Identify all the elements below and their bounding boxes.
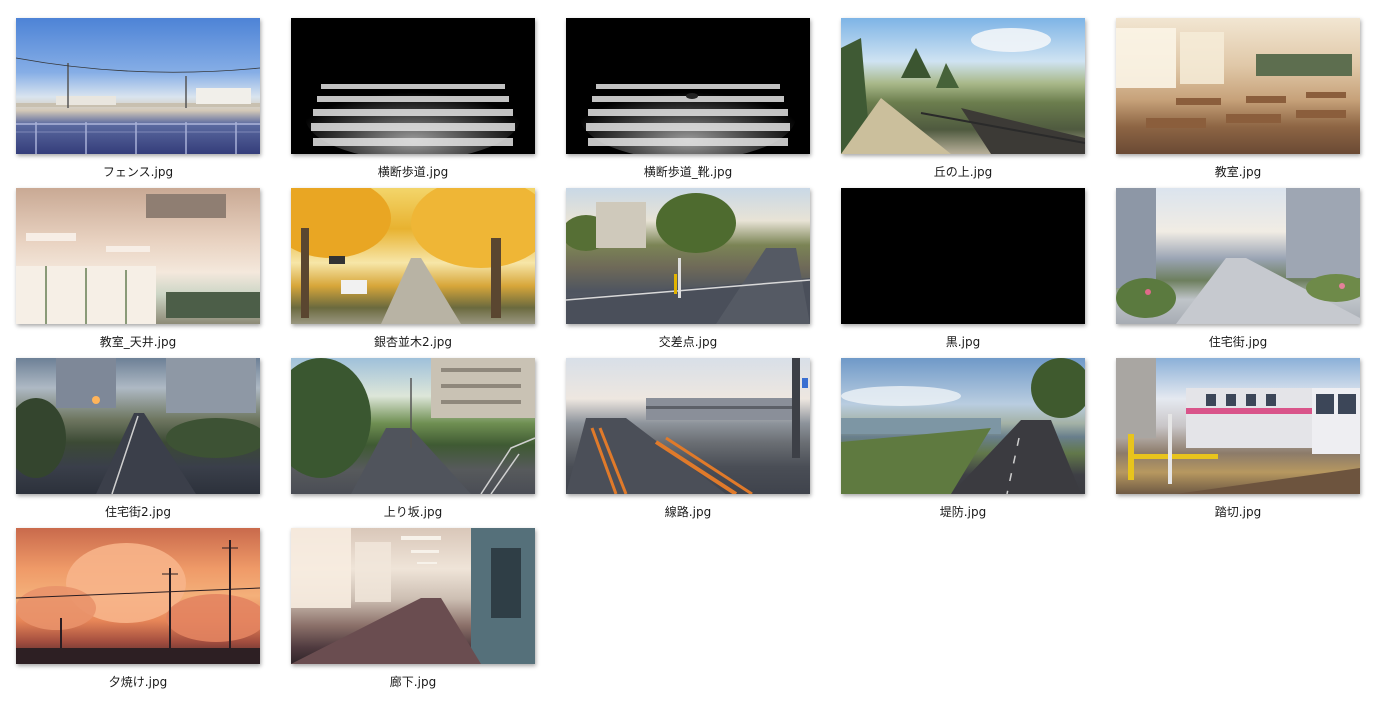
thumbnail-classroom[interactable] [1116,18,1360,154]
thumbnail-crosswalk[interactable] [291,18,535,154]
thumbnail-residential2[interactable] [16,358,260,494]
file-name[interactable]: 上り坂.jpg [291,503,535,520]
file-item-fence[interactable]: フェンス.jpg [16,18,260,188]
file-name[interactable]: 線路.jpg [566,503,810,520]
file-name[interactable]: 住宅街2.jpg [16,503,260,520]
thumbnail-ceiling[interactable] [16,188,260,324]
file-name[interactable]: 丘の上.jpg [841,163,1085,180]
file-item-ceiling[interactable]: 教室_天井.jpg [16,188,260,358]
thumbnail-intersection[interactable] [566,188,810,324]
file-name[interactable]: 住宅街.jpg [1116,333,1360,350]
file-name[interactable]: 黒.jpg [841,333,1085,350]
file-item-sunset[interactable]: 夕焼け.jpg [16,528,260,698]
thumbnail-hill[interactable] [841,18,1085,154]
file-item-hill[interactable]: 丘の上.jpg [841,18,1085,188]
file-item-railroad-crossing[interactable]: 踏切.jpg [1116,358,1360,528]
thumbnail-levee[interactable] [841,358,1085,494]
thumbnail-sunset[interactable] [16,528,260,664]
file-item-residential2[interactable]: 住宅街2.jpg [16,358,260,528]
file-name[interactable]: 堤防.jpg [841,503,1085,520]
file-item-track[interactable]: 線路.jpg [566,358,810,528]
thumbnail-crosswalk-shoe[interactable] [566,18,810,154]
file-grid: フェンス.jpg 横断歩道.jpg 横断歩道_靴.jpg 丘の上.jpg 教室.… [16,18,1360,698]
file-name[interactable]: 横断歩道.jpg [291,163,535,180]
file-name[interactable]: 廊下.jpg [291,673,535,690]
file-name[interactable]: 銀杏並木2.jpg [291,333,535,350]
file-item-residential[interactable]: 住宅街.jpg [1116,188,1360,358]
thumbnail-slope[interactable] [291,358,535,494]
file-item-crosswalk[interactable]: 横断歩道.jpg [291,18,535,188]
thumbnail-ginkgo[interactable] [291,188,535,324]
file-name[interactable]: 交差点.jpg [566,333,810,350]
file-name[interactable]: フェンス.jpg [16,163,260,180]
file-item-slope[interactable]: 上り坂.jpg [291,358,535,528]
thumbnail-black[interactable] [841,188,1085,324]
file-item-levee[interactable]: 堤防.jpg [841,358,1085,528]
thumbnail-track[interactable] [566,358,810,494]
file-item-crosswalk-shoe[interactable]: 横断歩道_靴.jpg [566,18,810,188]
file-name[interactable]: 踏切.jpg [1116,503,1360,520]
file-item-intersection[interactable]: 交差点.jpg [566,188,810,358]
file-name[interactable]: 夕焼け.jpg [16,673,260,690]
file-name[interactable]: 横断歩道_靴.jpg [566,163,810,180]
thumbnail-hallway[interactable] [291,528,535,664]
file-name[interactable]: 教室.jpg [1116,163,1360,180]
thumbnail-railroad-crossing[interactable] [1116,358,1360,494]
thumbnail-fence[interactable] [16,18,260,154]
thumbnail-residential[interactable] [1116,188,1360,324]
file-name[interactable]: 教室_天井.jpg [16,333,260,350]
file-item-classroom[interactable]: 教室.jpg [1116,18,1360,188]
file-item-ginkgo[interactable]: 銀杏並木2.jpg [291,188,535,358]
file-item-hallway[interactable]: 廊下.jpg [291,528,535,698]
file-item-black[interactable]: 黒.jpg [841,188,1085,358]
